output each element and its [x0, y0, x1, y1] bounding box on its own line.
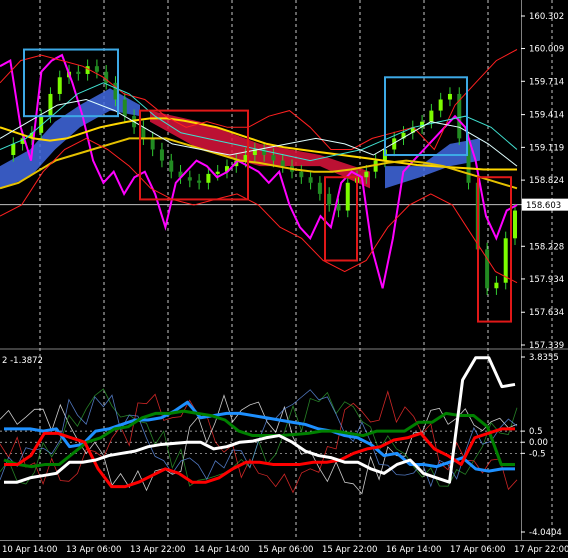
- candle-body: [11, 143, 16, 156]
- time-label: 10 Apr 14:00: [2, 545, 57, 555]
- price-label: 158.824: [529, 176, 564, 186]
- candle-body: [513, 210, 517, 239]
- indicator-label: 3.8355: [529, 353, 559, 363]
- candle-body: [327, 193, 332, 205]
- candle-body: [187, 177, 192, 181]
- candle-body: [150, 138, 155, 150]
- candle-body: [57, 77, 62, 94]
- candle-body: [48, 93, 53, 117]
- candle-body: [122, 99, 127, 117]
- price-label: 159.414: [529, 111, 564, 121]
- price-label: 159.119: [529, 143, 564, 153]
- candle-body: [76, 71, 81, 74]
- candle-body: [308, 177, 313, 183]
- candle-body: [438, 99, 443, 111]
- candle-body: [345, 182, 350, 211]
- time-label: 17 Apr 22:00: [514, 545, 568, 555]
- trading-chart[interactable]: 2 -1.3872 160.302 160.009 159.714 159.414 15…: [0, 0, 568, 558]
- time-label: 15 Apr 06:00: [258, 545, 313, 555]
- candle-body: [429, 110, 434, 122]
- candle-body: [215, 171, 220, 174]
- candle-body: [141, 127, 146, 139]
- candle-body: [94, 66, 99, 72]
- indicator-label: 0.00: [529, 438, 548, 448]
- price-label: 160.009: [529, 45, 564, 55]
- candle-body: [197, 180, 202, 183]
- time-axis: 10 Apr 14:00 13 Apr 06:00 13 Apr 22:00 14 A…: [2, 545, 568, 555]
- candle-body: [280, 160, 285, 167]
- time-label: 17 Apr 06:00: [450, 545, 505, 555]
- candle-body: [336, 204, 341, 211]
- price-label: 157.339: [529, 341, 564, 351]
- candle-body: [169, 160, 174, 172]
- indicator-label: 0.5: [529, 427, 543, 437]
- candle-body: [271, 155, 276, 161]
- candle-body: [243, 155, 248, 161]
- price-label: 158.228: [529, 242, 564, 252]
- candle-body: [299, 171, 304, 178]
- time-label: 13 Apr 06:00: [66, 545, 121, 555]
- candle-body: [364, 171, 369, 178]
- candle-body: [159, 149, 164, 161]
- price-label: 157.934: [529, 275, 564, 285]
- time-label: 15 Apr 22:00: [322, 545, 377, 555]
- current-price-label: 158.603: [526, 201, 561, 211]
- candle-body: [447, 93, 452, 100]
- price-label: 160.302: [529, 12, 564, 22]
- price-label: 159.714: [529, 77, 564, 87]
- indicator-header: 2 -1.3872: [2, 356, 43, 366]
- time-label: 14 Apr 14:00: [194, 545, 249, 555]
- time-label: 16 Apr 14:00: [386, 545, 441, 555]
- time-label: 13 Apr 22:00: [130, 545, 185, 555]
- candle-body: [317, 182, 322, 194]
- candle-body: [494, 282, 499, 289]
- indicator-label: -4.0404: [529, 528, 562, 538]
- candle-body: [206, 173, 211, 183]
- price-label: 157.634: [529, 308, 564, 318]
- indicator-label: -0.5: [529, 449, 546, 459]
- candle-body: [485, 249, 490, 289]
